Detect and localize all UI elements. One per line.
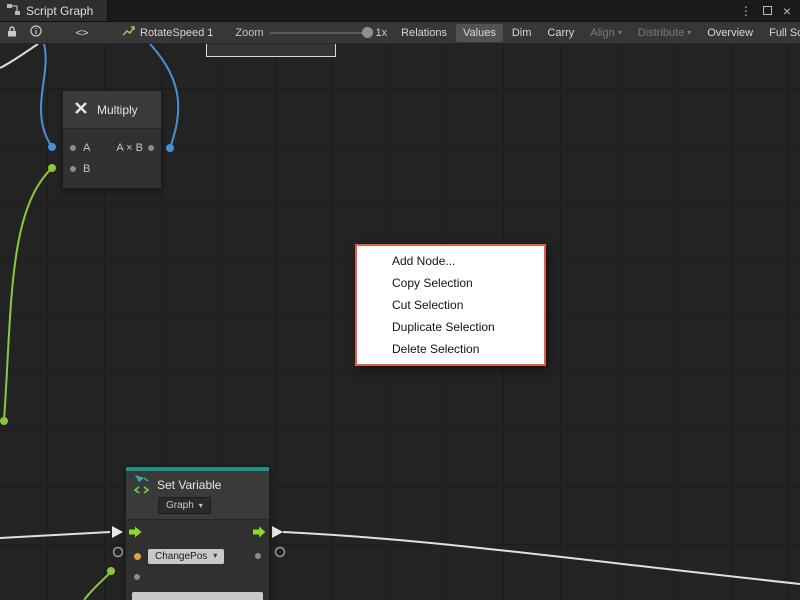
multiply-node-header[interactable]: Multiply [63,91,161,129]
tab-title: Script Graph [26,4,93,18]
input-port-b-label: B [83,163,90,175]
multiply-icon [73,100,89,119]
input-port-b[interactable] [70,166,76,172]
breadcrumb-label: RotateSpeed 1 [140,27,213,39]
distribute-button-label: Distribute [638,27,684,39]
menu-item-add-node[interactable]: Add Node... [357,250,544,272]
chevron-down-icon: ▾ [618,29,622,37]
graph-canvas[interactable]: Multiply A A × B B [0,44,800,600]
zoom-value: 1x [376,27,388,39]
input-port-a-label: A [83,142,90,154]
set-variable-header[interactable]: Set Variable Graph ▾ [126,471,269,520]
multiply-node-title: Multiply [97,103,138,117]
set-variable-body: ChangePos ▾ [126,520,269,600]
secondary-input-port[interactable] [134,574,140,580]
variable-output-port[interactable] [255,553,261,559]
wire-green-bottom [84,572,111,600]
zoom-slider-track [270,32,372,34]
values-button[interactable]: Values [456,24,503,42]
port-connection-dot-green[interactable] [48,164,56,172]
graph-toolbar: <> RotateSpeed 1 Zoom 1x Relations Value… [0,22,800,44]
relations-button[interactable]: Relations [394,24,454,42]
menu-item-delete-selection[interactable]: Delete Selection [357,338,544,360]
code-view-button[interactable]: <> [62,22,102,44]
port-row-b: B [63,158,161,179]
variable-input-port[interactable] [134,553,141,560]
multiply-node[interactable]: Multiply A A × B B [62,90,162,189]
wire-blue-input-a [41,44,52,147]
align-button[interactable]: Align ▾ [583,24,628,42]
wire-white-topleft [0,44,38,68]
wire-white-flow-in [0,532,110,538]
window-menu-icon[interactable]: ⋮ [740,5,752,17]
port-connection-dot-green[interactable] [0,417,8,425]
output-port-label: A × B [116,142,143,154]
wire-white-flow-out [283,532,800,584]
script-graph-window: Script Graph ⋮ × <> RotateSpeed 1 [0,0,800,600]
menu-item-copy-selection[interactable]: Copy Selection [357,272,544,294]
variable-scope-value: Graph [166,500,194,511]
set-variable-node[interactable]: Set Variable Graph ▾ [125,466,270,600]
flow-arrow-in[interactable] [112,526,123,538]
variable-name-dropdown[interactable]: ChangePos ▾ [148,549,224,564]
variable-name-value: ChangePos [155,551,207,562]
menu-item-duplicate-selection[interactable]: Duplicate Selection [357,316,544,338]
script-graph-icon [7,4,20,18]
zoom-slider-knob[interactable] [362,27,373,38]
align-button-label: Align [590,27,614,39]
window-close-icon[interactable]: × [783,4,791,18]
port-connection-dot-blue[interactable] [48,143,56,151]
extra-port-row [126,568,269,586]
set-variable-title: Set Variable [157,478,221,492]
window-controls: ⋮ × [740,0,800,21]
value-port-circle-left[interactable] [114,548,123,557]
variable-scope-dropdown[interactable]: Graph ▾ [158,497,211,514]
full-screen-button[interactable]: Full Screen [762,24,800,42]
chevron-down-icon: ▾ [199,502,203,510]
tab-script-graph[interactable]: Script Graph [0,0,108,21]
flow-output-port[interactable] [253,526,266,538]
distribute-button[interactable]: Distribute ▾ [631,24,698,42]
context-menu: Add Node... Copy Selection Cut Selection… [355,244,546,366]
input-port-a[interactable] [70,145,76,151]
carry-button[interactable]: Carry [540,24,581,42]
flow-input-port[interactable] [129,526,142,538]
info-icon [30,25,42,40]
flow-port-row [126,520,269,544]
chevron-down-icon: ▾ [687,29,691,37]
dim-button[interactable]: Dim [505,24,539,42]
info-button[interactable] [24,22,48,44]
flow-arrow-out[interactable] [272,526,283,538]
chevron-down-icon: ▾ [213,552,217,560]
menu-item-cut-selection[interactable]: Cut Selection [357,294,544,316]
value-input-field[interactable] [132,592,263,600]
partial-node-top[interactable] [206,44,336,57]
port-row-a: A A × B [63,137,161,158]
zoom-label: Zoom [235,27,263,39]
port-connection-dot-blue[interactable] [166,144,174,152]
port-connection-dot-green[interactable] [107,567,115,575]
zoom-slider[interactable] [270,22,374,44]
variable-value-row: ChangePos ▾ [126,544,269,568]
code-icon: <> [75,26,88,39]
wire-green-input-b [4,168,52,421]
lock-icon [7,25,17,40]
value-port-circle-right[interactable] [276,548,285,557]
set-variable-icon [134,474,150,497]
output-port[interactable] [148,145,154,151]
multiply-node-body: A A × B B [63,129,161,188]
breadcrumb[interactable]: RotateSpeed 1 [122,25,213,40]
overview-button[interactable]: Overview [700,24,760,42]
titlebar: Script Graph ⋮ × [0,0,800,22]
window-maximize-icon[interactable] [763,6,772,15]
graph-asset-icon [122,25,135,40]
lock-button[interactable] [0,22,24,44]
